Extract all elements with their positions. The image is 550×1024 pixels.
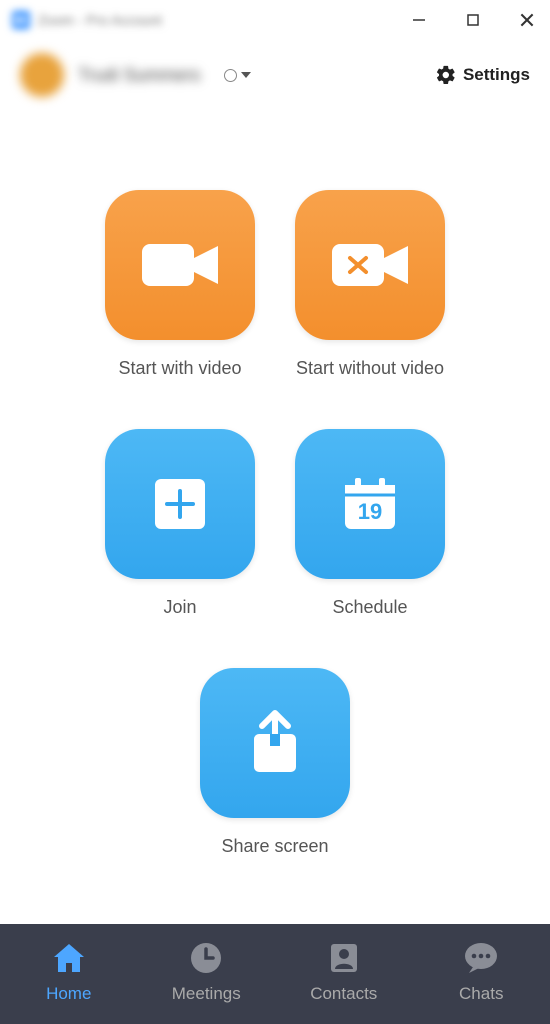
close-button[interactable] [512, 6, 542, 34]
tile-row: Share screen [200, 668, 350, 857]
maximize-button[interactable] [458, 6, 488, 34]
settings-label: Settings [463, 65, 530, 85]
home-icon [52, 942, 86, 974]
tile-label: Start with video [118, 358, 241, 379]
plus-icon [105, 429, 255, 579]
contacts-icon [328, 942, 360, 974]
tile-row: Join 19 Schedule [105, 429, 445, 618]
avatar[interactable] [20, 53, 64, 97]
video-off-icon [295, 190, 445, 340]
gear-icon [435, 64, 457, 86]
calendar-day: 19 [358, 499, 382, 524]
video-icon [105, 190, 255, 340]
username: Trudi Summers [78, 65, 200, 86]
nav-home[interactable]: Home [19, 942, 119, 1004]
window-controls [404, 6, 542, 34]
header: Trudi Summers Settings [0, 40, 550, 110]
calendar-icon: 19 [295, 429, 445, 579]
tile-label: Join [163, 597, 196, 618]
minimize-button[interactable] [404, 6, 434, 34]
nav-label: Contacts [310, 984, 377, 1004]
header-left: Trudi Summers [20, 53, 435, 97]
main-area: Start with video Start without video [0, 110, 550, 924]
settings-button[interactable]: Settings [435, 64, 530, 86]
tile-label: Share screen [221, 836, 328, 857]
titlebar: Zoom - Pro Account [0, 0, 550, 40]
nav-label: Home [46, 984, 91, 1004]
app-icon [12, 11, 30, 29]
tile-label: Start without video [296, 358, 444, 379]
schedule-button[interactable]: 19 Schedule [295, 429, 445, 618]
titlebar-left: Zoom - Pro Account [12, 11, 162, 29]
start-with-video-button[interactable]: Start with video [105, 190, 255, 379]
chat-icon [463, 942, 499, 974]
bottom-nav: Home Meetings Contacts Chats [0, 924, 550, 1024]
chevron-down-icon [241, 72, 251, 78]
nav-contacts[interactable]: Contacts [294, 942, 394, 1004]
nav-label: Meetings [172, 984, 241, 1004]
nav-meetings[interactable]: Meetings [156, 942, 256, 1004]
share-screen-button[interactable]: Share screen [200, 668, 350, 857]
start-without-video-button[interactable]: Start without video [295, 190, 445, 379]
clock-icon [190, 942, 222, 974]
nav-label: Chats [459, 984, 503, 1004]
tile-row: Start with video Start without video [105, 190, 445, 379]
app-title: Zoom - Pro Account [38, 12, 162, 28]
join-button[interactable]: Join [105, 429, 255, 618]
status-indicator-icon [224, 69, 237, 82]
status-dropdown[interactable] [224, 69, 251, 82]
nav-chats[interactable]: Chats [431, 942, 531, 1004]
share-icon [200, 668, 350, 818]
tile-label: Schedule [332, 597, 407, 618]
